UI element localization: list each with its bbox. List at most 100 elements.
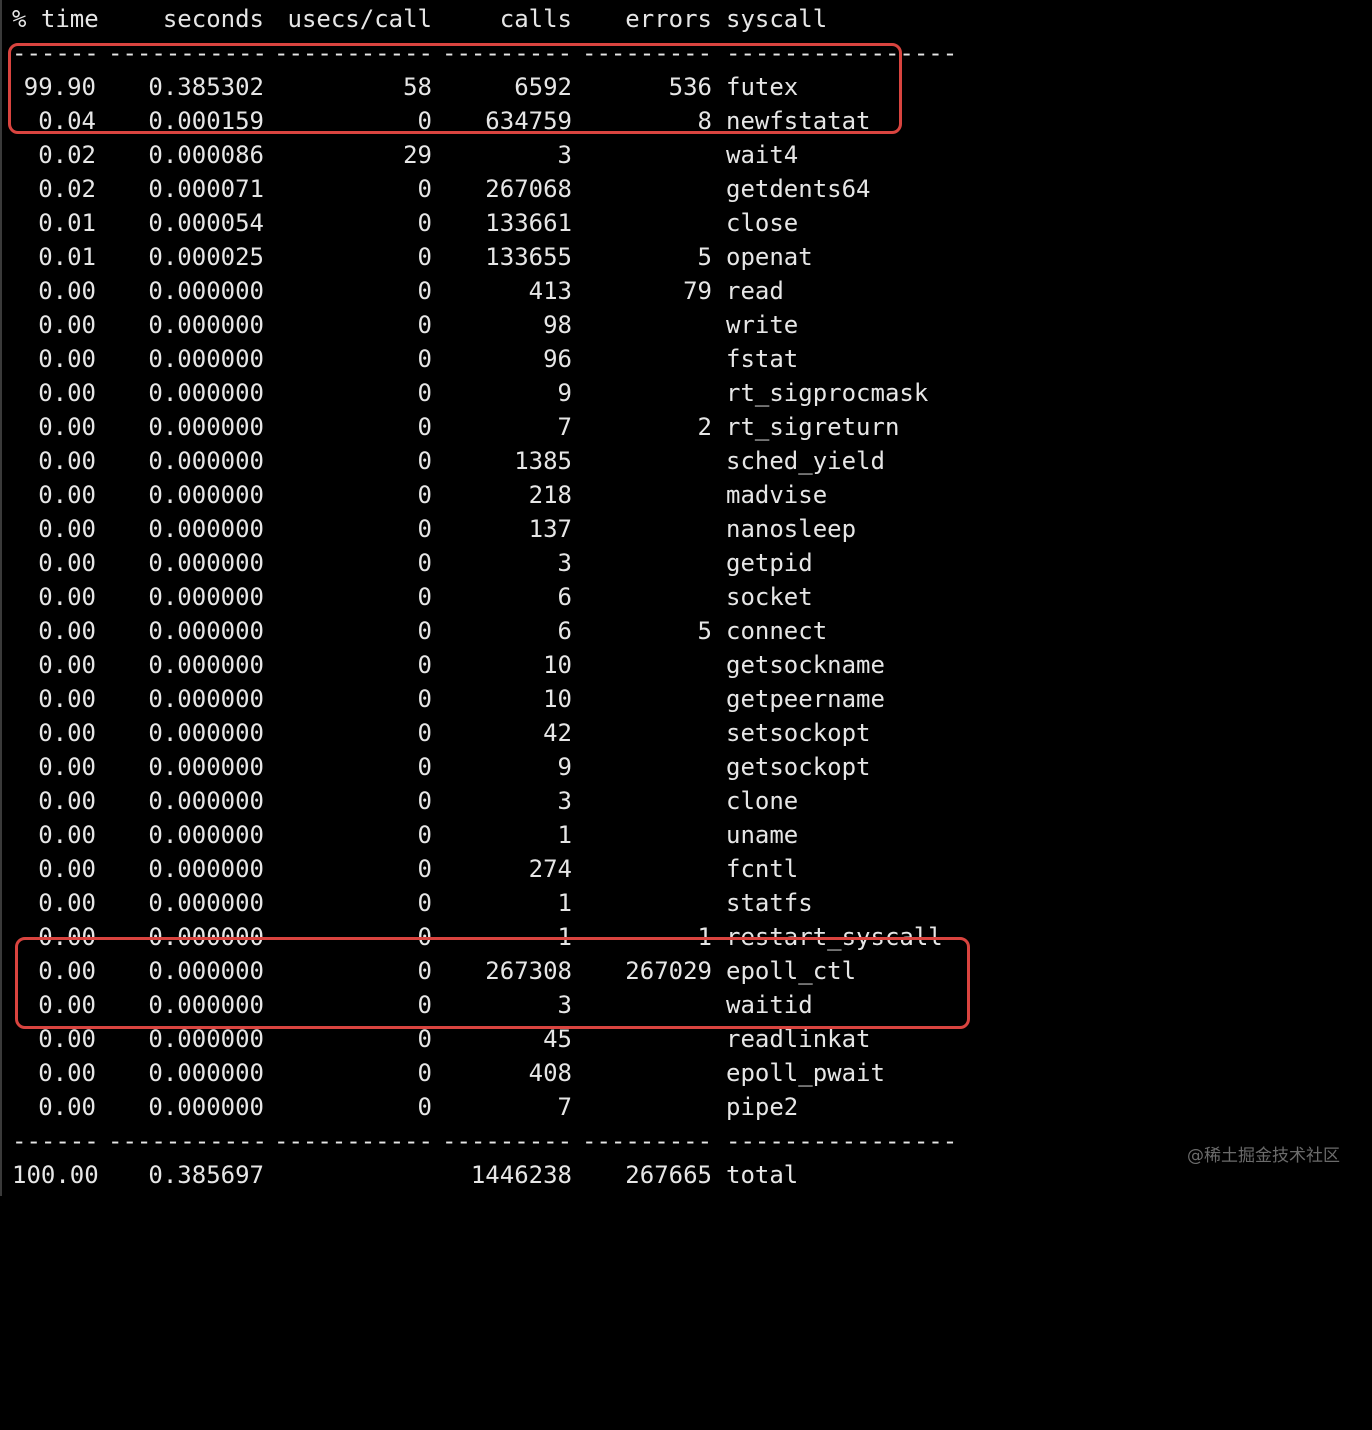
cell-seconds: 0.000000	[148, 549, 264, 577]
cell-usecs-call: 0	[417, 345, 432, 373]
cell-syscall: madvise	[726, 481, 828, 509]
cell-syscall: epoll_pwait	[726, 1059, 885, 1087]
cell-pct-time: 0.02	[38, 175, 96, 203]
cell-usecs-call: 0	[417, 685, 432, 713]
cell-pct-time: 0.00	[38, 447, 96, 475]
cell-seconds: 0.000000	[148, 311, 264, 339]
cell-pct-time: 0.00	[38, 515, 96, 543]
header-errors: errors	[625, 5, 712, 33]
header-seconds: seconds	[162, 5, 264, 33]
cell-calls: 413	[528, 277, 572, 305]
cell-syscall: rt_sigprocmask	[726, 379, 929, 407]
cell-errors: 2	[697, 413, 712, 441]
cell-errors: 79	[683, 277, 712, 305]
header-calls: calls	[499, 5, 572, 33]
cell-calls: 1385	[514, 447, 572, 475]
cell-seconds: 0.000000	[148, 413, 264, 441]
cell-syscall: clone	[726, 787, 799, 815]
cell-usecs-call: 0	[417, 719, 432, 747]
cell-pct-time: 0.00	[38, 583, 96, 611]
cell-seconds: 0.000000	[148, 651, 264, 679]
cell-seconds: 0.000000	[148, 753, 264, 781]
cell-usecs-call: 0	[417, 1059, 432, 1087]
cell-usecs-call: 0	[417, 379, 432, 407]
cell-pct-time: 0.00	[38, 821, 96, 849]
highlight-box-futex	[8, 43, 902, 134]
cell-pct-time: 0.00	[38, 651, 96, 679]
cell-seconds: 0.000071	[148, 175, 264, 203]
cell-pct-time: 0.01	[38, 243, 96, 271]
cell-pct-time: 0.00	[38, 753, 96, 781]
cell-usecs-call: 0	[417, 515, 432, 543]
cell-usecs-call: 0	[417, 889, 432, 917]
separator-segment: ------	[12, 1127, 98, 1155]
cell-usecs-call: 0	[417, 413, 432, 441]
cell-seconds: 0.000025	[148, 243, 264, 271]
cell-seconds: 0.000000	[148, 583, 264, 611]
terminal-output: % time seconds usecs/call calls errors s…	[0, 0, 1372, 1196]
cell-calls: 42	[543, 719, 572, 747]
cell-calls: 98	[543, 311, 572, 339]
cell-calls: 6	[557, 583, 572, 611]
separator-segment: -----------	[274, 1127, 432, 1155]
total-row: 100.00 0.385697 1446238 267665 total	[12, 1158, 798, 1192]
cell-seconds: 0.000000	[148, 719, 264, 747]
cell-calls: 3	[557, 787, 572, 815]
total-seconds: 0.385697	[148, 1161, 264, 1189]
cell-calls: 3	[557, 141, 572, 169]
cell-pct-time: 0.00	[38, 549, 96, 577]
total-errors: 267665	[625, 1161, 712, 1189]
cell-syscall: socket	[726, 583, 813, 611]
cell-seconds: 0.000000	[148, 821, 264, 849]
cell-pct-time: 0.00	[38, 685, 96, 713]
cell-usecs-call: 0	[417, 787, 432, 815]
cell-syscall: statfs	[726, 889, 813, 917]
cell-pct-time: 0.00	[38, 413, 96, 441]
total-pct-time: 100.00	[12, 1161, 99, 1189]
cell-calls: 1	[557, 889, 572, 917]
cell-seconds: 0.000000	[148, 855, 264, 883]
cell-calls: 267068	[485, 175, 572, 203]
cell-syscall: close	[726, 209, 799, 237]
cell-calls: 137	[528, 515, 572, 543]
cell-usecs-call: 0	[417, 583, 432, 611]
cell-pct-time: 0.00	[38, 1093, 96, 1121]
cell-calls: 7	[557, 1093, 572, 1121]
header-syscall: syscall	[726, 5, 828, 33]
cell-syscall: fstat	[726, 345, 799, 373]
cell-syscall: sched_yield	[726, 447, 885, 475]
cell-pct-time: 0.00	[38, 787, 96, 815]
cell-usecs-call: 0	[417, 311, 432, 339]
cell-syscall: nanosleep	[726, 515, 857, 543]
cell-seconds: 0.000000	[148, 345, 264, 373]
cell-calls: 133655	[485, 243, 572, 271]
cell-usecs-call: 0	[417, 1093, 432, 1121]
cell-pct-time: 0.02	[38, 141, 96, 169]
cell-syscall: openat	[726, 243, 813, 271]
cell-syscall: setsockopt	[726, 719, 871, 747]
cell-syscall: getdents64	[726, 175, 871, 203]
cell-usecs-call: 0	[417, 753, 432, 781]
cell-syscall: getpid	[726, 549, 813, 577]
cell-usecs-call: 29	[403, 141, 432, 169]
cell-seconds: 0.000000	[148, 447, 264, 475]
cell-seconds: 0.000000	[148, 1059, 264, 1087]
cell-pct-time: 0.00	[38, 1059, 96, 1087]
table-header: % time seconds usecs/call calls errors s…	[12, 2, 827, 36]
cell-seconds: 0.000000	[148, 889, 264, 917]
cell-pct-time: 0.00	[38, 379, 96, 407]
cell-calls: 9	[557, 379, 572, 407]
cell-usecs-call: 0	[417, 481, 432, 509]
cell-calls: 218	[528, 481, 572, 509]
cell-syscall: getsockopt	[726, 753, 871, 781]
cell-usecs-call: 0	[417, 277, 432, 305]
cell-syscall: connect	[726, 617, 828, 645]
window-edge	[0, 0, 2, 1196]
cell-syscall: getpeername	[726, 685, 885, 713]
cell-seconds: 0.000000	[148, 787, 264, 815]
cell-syscall: rt_sigreturn	[726, 413, 900, 441]
cell-seconds: 0.000000	[148, 481, 264, 509]
cell-syscall: getsockname	[726, 651, 885, 679]
cell-calls: 1	[557, 821, 572, 849]
cell-seconds: 0.000086	[148, 141, 264, 169]
